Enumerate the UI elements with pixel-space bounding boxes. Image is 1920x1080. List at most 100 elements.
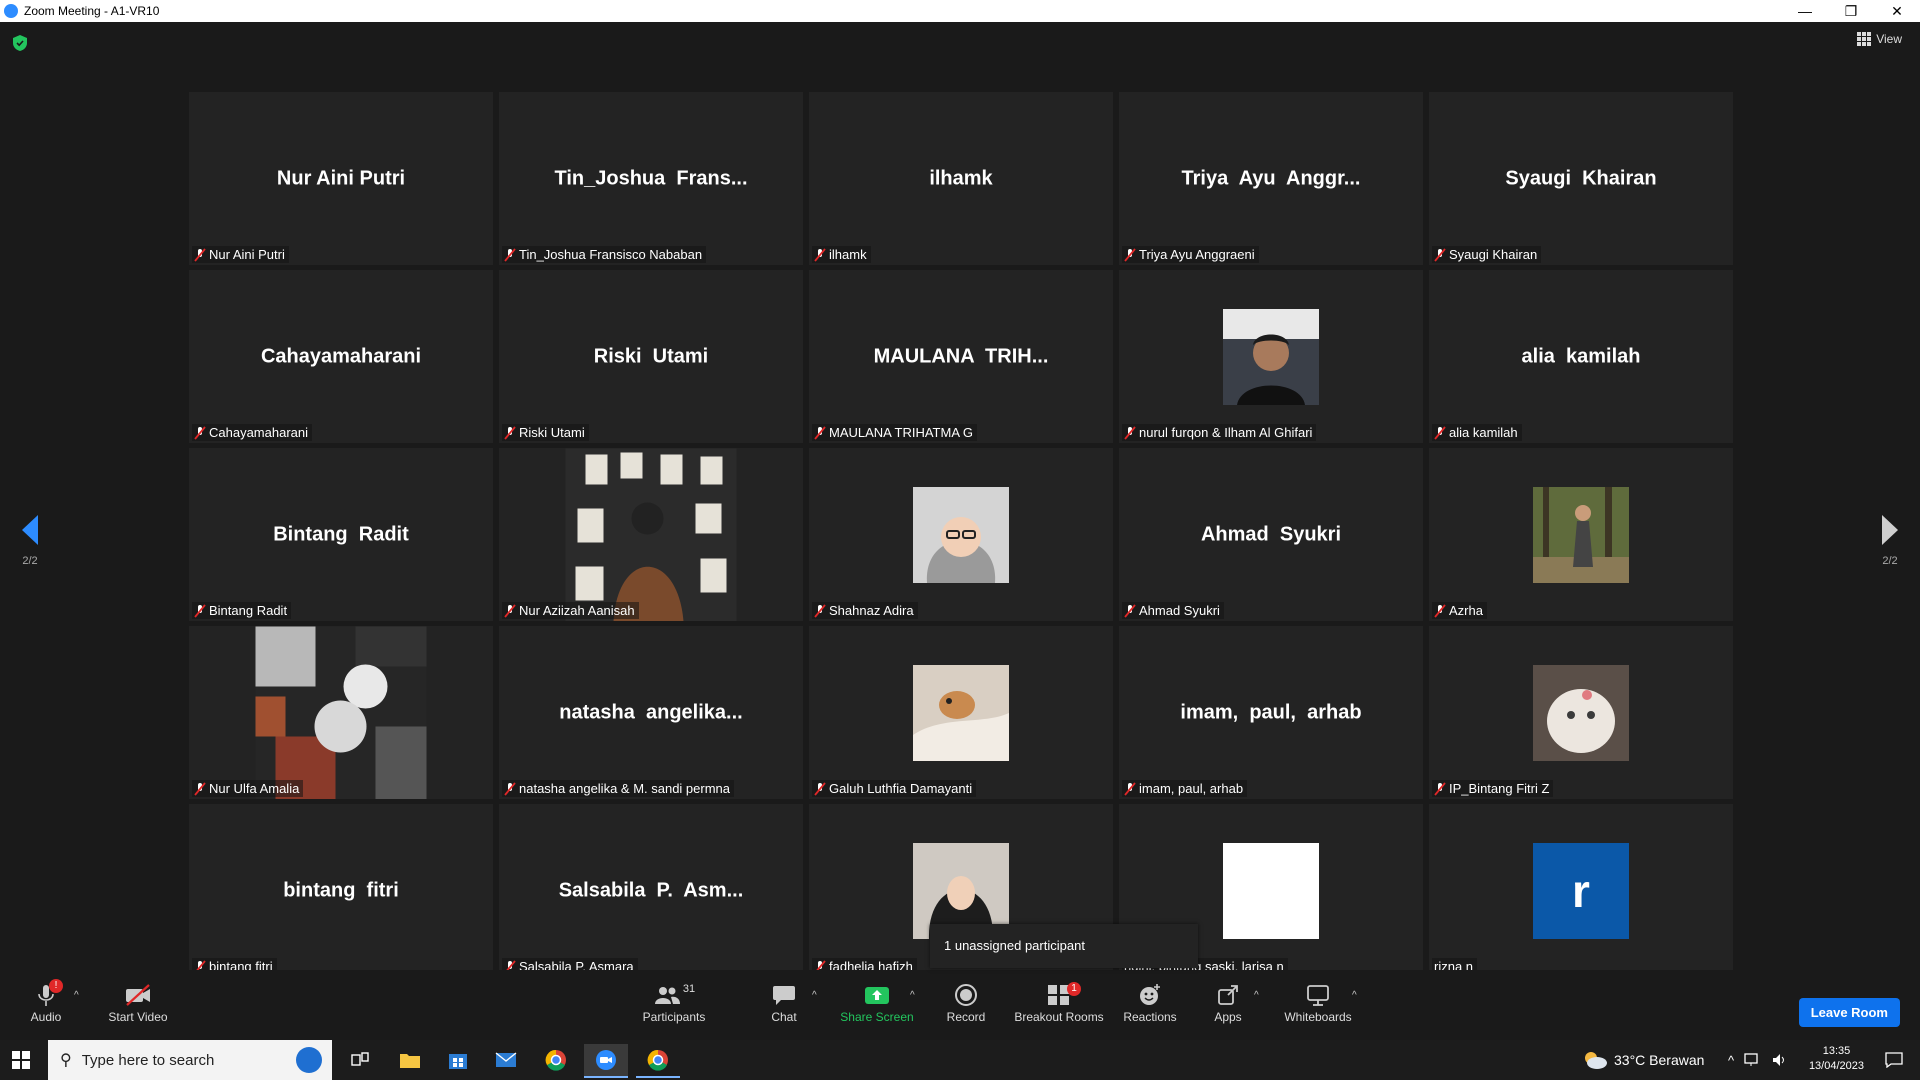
- chrome-active-icon[interactable]: [636, 1044, 680, 1078]
- muted-mic-icon: [504, 247, 516, 262]
- participant-display-name: natasha angelika...: [559, 701, 743, 723]
- participant-name-label: Triya Ayu Anggraeni: [1122, 246, 1259, 263]
- window-titlebar: Zoom Meeting - A1-VR10 — ❐ ✕: [0, 0, 1920, 22]
- whiteboards-options-caret-icon[interactable]: ^: [1352, 990, 1357, 1001]
- network-icon[interactable]: [1744, 1053, 1762, 1067]
- participant-tile[interactable]: Nur Aziizah Aanisah: [499, 448, 803, 621]
- search-placeholder: Type here to search: [81, 1051, 215, 1069]
- participant-tile[interactable]: natasha angelika... natasha angelika & M…: [499, 626, 803, 799]
- reactions-label: Reactions: [1123, 1010, 1177, 1024]
- participants-button[interactable]: 31 Participants: [638, 980, 710, 1024]
- participant-tile[interactable]: Salsabila P. Asm... Salsabila P. Asmara: [499, 804, 803, 977]
- taskbar-search-box[interactable]: ⚲ Type here to search: [48, 1040, 332, 1080]
- close-button[interactable]: ✕: [1874, 0, 1920, 22]
- zoom-app-icon[interactable]: [584, 1044, 628, 1078]
- chat-label: Chat: [771, 1010, 797, 1024]
- participant-tile[interactable]: Riski Utami Riski Utami: [499, 270, 803, 443]
- weather-text: 33°C Berawan: [1614, 1052, 1705, 1068]
- apps-button[interactable]: Apps: [1208, 980, 1248, 1024]
- participant-tile[interactable]: Nur Aini Putri Nur Aini Putri: [189, 92, 493, 265]
- participant-tile[interactable]: ilhamk ilhamk: [809, 92, 1113, 265]
- breakout-rooms-label: Breakout Rooms: [1014, 1010, 1104, 1024]
- reactions-button[interactable]: Reactions: [1122, 980, 1178, 1024]
- chrome-icon[interactable]: [534, 1044, 578, 1076]
- participant-tile[interactable]: Cahayamaharani Cahayamaharani: [189, 270, 493, 443]
- leave-room-button[interactable]: Leave Room: [1798, 998, 1900, 1027]
- maximize-button[interactable]: ❐: [1828, 0, 1874, 22]
- participant-tile[interactable]: Galuh Luthfia Damayanti: [809, 626, 1113, 799]
- participant-display-name: Nur Aini Putri: [276, 167, 406, 189]
- notifications-icon[interactable]: [1872, 1044, 1916, 1076]
- participant-tile[interactable]: imam, paul, arhab imam, paul, arhab: [1119, 626, 1423, 799]
- start-video-label: Start Video: [108, 1010, 168, 1024]
- participant-tile[interactable]: Bintang Radit Bintang Radit: [189, 448, 493, 621]
- participant-tile[interactable]: Syaugi Khairan Syaugi Khairan: [1429, 92, 1733, 265]
- chat-button[interactable]: Chat: [764, 980, 804, 1024]
- share-options-caret-icon[interactable]: ^: [910, 990, 915, 1001]
- participant-tile[interactable]: Nur Ulfa Amalia: [189, 626, 493, 799]
- muted-mic-icon: [814, 247, 826, 262]
- chat-options-caret-icon[interactable]: ^: [812, 990, 817, 1001]
- muted-mic-icon: [1124, 247, 1136, 262]
- muted-mic-icon: [504, 425, 516, 440]
- participant-photo: [255, 626, 427, 799]
- participant-tile[interactable]: Triya Ayu Anggr... Triya Ayu Anggraeni: [1119, 92, 1423, 265]
- start-video-button[interactable]: Start Video: [104, 980, 172, 1024]
- view-button[interactable]: View: [1857, 32, 1902, 46]
- participant-tile[interactable]: Azrha: [1429, 448, 1733, 621]
- audio-button[interactable]: ! Audio: [26, 979, 66, 1024]
- microsoft-store-icon[interactable]: [436, 1044, 480, 1076]
- participant-display-name: bintang fitri: [283, 879, 399, 901]
- share-screen-icon: [865, 987, 889, 1004]
- participant-tile[interactable]: MAULANA TRIH... MAULANA TRIHATMA G: [809, 270, 1113, 443]
- participant-name-label: Nur Aziizah Aanisah: [502, 602, 639, 619]
- whiteboards-button[interactable]: Whiteboards: [1282, 980, 1354, 1024]
- minimize-button[interactable]: —: [1782, 0, 1828, 22]
- weather-widget[interactable]: 33°C Berawan: [1582, 1040, 1704, 1080]
- participant-tile[interactable]: alia kamilah alia kamilah: [1429, 270, 1733, 443]
- record-icon: [955, 984, 977, 1006]
- windows-start-icon[interactable]: [12, 1051, 30, 1069]
- participant-photo: [913, 486, 1009, 583]
- previous-page-button[interactable]: 2/2: [10, 515, 50, 567]
- participant-tile[interactable]: Shahnaz Adira: [809, 448, 1113, 621]
- participant-name-label: Shahnaz Adira: [812, 602, 918, 619]
- arrow-left-icon: [22, 515, 38, 545]
- participant-tile[interactable]: IP_Bintang Fitri Z: [1429, 626, 1733, 799]
- task-view-icon[interactable]: [338, 1044, 382, 1076]
- page-indicator-left: 2/2: [22, 555, 38, 567]
- system-clock[interactable]: 13:35 13/04/2023: [1809, 1044, 1864, 1074]
- show-hidden-icons-icon[interactable]: ^: [1728, 1053, 1734, 1068]
- participant-tile[interactable]: Ahmad Syukri Ahmad Syukri: [1119, 448, 1423, 621]
- participants-label: Participants: [642, 1010, 706, 1024]
- share-screen-button[interactable]: Share Screen: [838, 980, 916, 1024]
- apps-options-caret-icon[interactable]: ^: [1254, 990, 1259, 1001]
- participant-name-label: Azrha: [1432, 602, 1487, 619]
- breakout-rooms-button[interactable]: 1 Breakout Rooms: [1012, 980, 1106, 1024]
- apps-label: Apps: [1214, 1010, 1242, 1024]
- participant-name-label: ilhamk: [812, 246, 871, 263]
- muted-mic-icon: [1434, 425, 1446, 440]
- file-explorer-icon[interactable]: [388, 1044, 432, 1076]
- bing-icon[interactable]: [296, 1047, 322, 1073]
- window-controls: — ❐ ✕: [1782, 0, 1920, 22]
- encryption-shield-icon[interactable]: [12, 34, 28, 52]
- participant-display-name: alia kamilah: [1521, 345, 1641, 367]
- next-page-button[interactable]: 2/2: [1870, 515, 1910, 567]
- grid-view-icon: [1857, 32, 1872, 46]
- audio-options-caret-icon[interactable]: ^: [74, 990, 79, 1001]
- participant-tile[interactable]: bintang fitri bintang fitri: [189, 804, 493, 977]
- mail-icon[interactable]: [484, 1044, 528, 1076]
- participant-name-label: Bintang Radit: [192, 602, 292, 619]
- volume-icon[interactable]: [1772, 1053, 1788, 1067]
- participant-tile[interactable]: Tin_Joshua Frans... Tin_Joshua Fransisco…: [499, 92, 803, 265]
- participant-name-label: Syaugi Khairan: [1432, 246, 1542, 263]
- muted-mic-icon: [814, 781, 826, 796]
- participant-tile[interactable]: r rizna n: [1429, 804, 1733, 977]
- participant-avatar-initial: r: [1533, 842, 1629, 939]
- participant-name-label: Nur Ulfa Amalia: [192, 780, 304, 797]
- record-button[interactable]: Record: [944, 980, 988, 1024]
- participant-display-name: Syaugi Khairan: [1505, 167, 1657, 189]
- participant-tile[interactable]: nurul furqon & Ilham Al Ghifari: [1119, 270, 1423, 443]
- participant-display-name: Triya Ayu Anggr...: [1181, 167, 1361, 189]
